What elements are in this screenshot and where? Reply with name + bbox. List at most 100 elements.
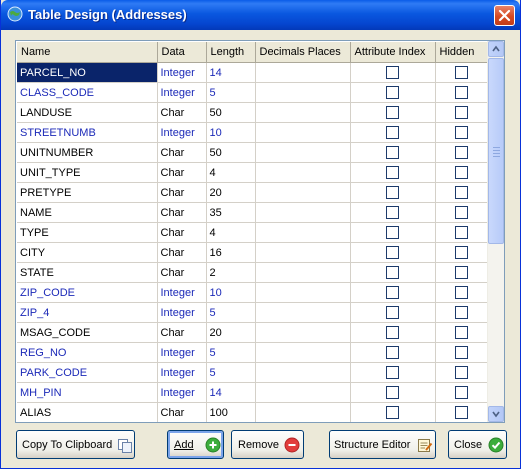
hidden-checkbox[interactable] — [454, 306, 468, 319]
length-cell[interactable]: 10 — [206, 282, 256, 303]
length-cell[interactable]: 10 — [206, 122, 256, 143]
table-row[interactable]: ZIP_CODE Integer 10 — [17, 282, 488, 303]
decimals-cell[interactable] — [255, 182, 351, 203]
attribute-index-checkbox[interactable] — [386, 86, 399, 99]
attribute-index-checkbox[interactable] — [386, 126, 399, 139]
data-type-cell[interactable]: Integer — [157, 282, 207, 303]
field-name-cell[interactable]: PRETYPE — [17, 182, 158, 203]
table-row[interactable]: MSAG_CODE Char 20 — [17, 322, 488, 343]
field-name-cell[interactable]: ZIP_CODE — [17, 282, 158, 303]
data-type-cell[interactable]: Char — [157, 182, 207, 203]
table-row[interactable]: UNIT_TYPE Char 4 — [17, 162, 488, 183]
field-name-cell[interactable]: UNIT_TYPE — [17, 162, 158, 183]
data-type-cell[interactable]: Integer — [157, 82, 207, 103]
hidden-checkbox[interactable] — [454, 66, 468, 79]
decimals-cell[interactable] — [255, 222, 351, 243]
decimals-cell[interactable] — [255, 122, 351, 143]
decimals-cell[interactable] — [255, 302, 351, 323]
hidden-checkbox[interactable] — [454, 226, 468, 239]
attribute-index-checkbox[interactable] — [386, 326, 399, 339]
attribute-index-checkbox[interactable] — [386, 106, 399, 119]
table-row[interactable]: UNITNUMBER Char 50 — [17, 142, 488, 163]
scroll-up-button[interactable] — [488, 41, 504, 57]
hidden-checkbox[interactable] — [454, 286, 468, 299]
remove-button[interactable]: Remove — [231, 430, 304, 459]
decimals-cell[interactable] — [255, 362, 351, 383]
close-button[interactable]: Close — [448, 430, 507, 459]
data-type-cell[interactable]: Integer — [157, 122, 207, 143]
attribute-index-checkbox[interactable] — [386, 346, 399, 359]
table-row[interactable]: NAME Char 35 — [17, 202, 488, 223]
attribute-index-checkbox[interactable] — [386, 366, 399, 379]
table-row[interactable]: PARK_CODE Integer 5 — [17, 362, 488, 383]
table-row[interactable]: MH_PIN Integer 14 — [17, 382, 488, 403]
length-cell[interactable]: 5 — [206, 82, 256, 103]
field-name-cell[interactable]: CLASS_CODE — [17, 82, 158, 103]
decimals-cell[interactable] — [255, 242, 351, 263]
col-header-decimals[interactable]: Decimals Places — [255, 42, 351, 63]
data-type-cell[interactable]: Integer — [157, 342, 207, 363]
table-row[interactable]: STATE Char 2 — [17, 262, 488, 283]
decimals-cell[interactable] — [255, 322, 351, 343]
table-row[interactable]: ZIP_4 Integer 5 — [17, 302, 488, 323]
attribute-index-checkbox[interactable] — [386, 246, 399, 259]
length-cell[interactable]: 14 — [206, 62, 256, 83]
length-cell[interactable]: 35 — [206, 202, 256, 223]
col-header-name[interactable]: Name — [17, 42, 158, 63]
field-name-cell[interactable]: PARK_CODE — [17, 362, 158, 383]
decimals-cell[interactable] — [255, 262, 351, 283]
hidden-checkbox[interactable] — [454, 406, 468, 419]
hidden-checkbox[interactable] — [454, 246, 468, 259]
data-type-cell[interactable]: Integer — [157, 382, 207, 403]
length-cell[interactable]: 4 — [206, 162, 256, 183]
field-name-cell[interactable]: LANDUSE — [17, 102, 158, 123]
hidden-checkbox[interactable] — [454, 186, 468, 199]
vertical-scrollbar[interactable] — [487, 41, 504, 422]
length-cell[interactable]: 5 — [206, 302, 256, 323]
copy-to-clipboard-button[interactable]: Copy To Clipboard — [16, 430, 135, 459]
length-cell[interactable]: 4 — [206, 222, 256, 243]
attribute-index-checkbox[interactable] — [386, 306, 399, 319]
attribute-index-checkbox[interactable] — [386, 166, 399, 179]
field-name-cell[interactable]: NAME — [17, 202, 158, 223]
length-cell[interactable]: 20 — [206, 182, 256, 203]
data-type-cell[interactable]: Char — [157, 142, 207, 163]
hidden-checkbox[interactable] — [454, 126, 468, 139]
decimals-cell[interactable] — [255, 342, 351, 363]
field-name-cell[interactable]: MSAG_CODE — [17, 322, 158, 343]
length-cell[interactable]: 2 — [206, 262, 256, 283]
attribute-index-checkbox[interactable] — [386, 386, 399, 399]
table-row[interactable]: CLASS_CODE Integer 5 — [17, 82, 488, 103]
hidden-checkbox[interactable] — [454, 146, 468, 159]
table-row[interactable]: TYPE Char 4 — [17, 222, 488, 243]
decimals-cell[interactable] — [255, 102, 351, 123]
field-name-cell[interactable]: UNITNUMBER — [17, 142, 158, 163]
table-row[interactable]: PARCEL_NO Integer 14 — [17, 62, 488, 83]
length-cell[interactable]: 50 — [206, 142, 256, 163]
title-bar[interactable]: Table Design (Addresses) — [1, 0, 520, 30]
attribute-index-checkbox[interactable] — [386, 66, 399, 79]
data-type-cell[interactable]: Integer — [157, 302, 207, 323]
length-cell[interactable]: 50 — [206, 102, 256, 123]
table-row[interactable]: REG_NO Integer 5 — [17, 342, 488, 363]
hidden-checkbox[interactable] — [454, 326, 468, 339]
table-row[interactable]: PRETYPE Char 20 — [17, 182, 488, 203]
decimals-cell[interactable] — [255, 382, 351, 403]
field-name-cell[interactable]: REG_NO — [17, 342, 158, 363]
col-header-data[interactable]: Data — [157, 42, 207, 63]
attribute-index-checkbox[interactable] — [386, 186, 399, 199]
attribute-index-checkbox[interactable] — [386, 226, 399, 239]
data-type-cell[interactable]: Char — [157, 202, 207, 223]
table-row[interactable]: CITY Char 16 — [17, 242, 488, 263]
length-cell[interactable]: 100 — [206, 402, 256, 422]
attribute-index-checkbox[interactable] — [386, 266, 399, 279]
field-grid[interactable]: Name Data Length Decimals Places Attribu… — [15, 40, 505, 423]
decimals-cell[interactable] — [255, 142, 351, 163]
structure-editor-button[interactable]: Structure Editor — [329, 430, 436, 459]
decimals-cell[interactable] — [255, 62, 351, 83]
field-name-cell[interactable]: ZIP_4 — [17, 302, 158, 323]
table-row[interactable]: ALIAS Char 100 — [17, 402, 488, 422]
data-type-cell[interactable]: Char — [157, 242, 207, 263]
field-name-cell[interactable]: TYPE — [17, 222, 158, 243]
col-header-length[interactable]: Length — [206, 42, 256, 63]
